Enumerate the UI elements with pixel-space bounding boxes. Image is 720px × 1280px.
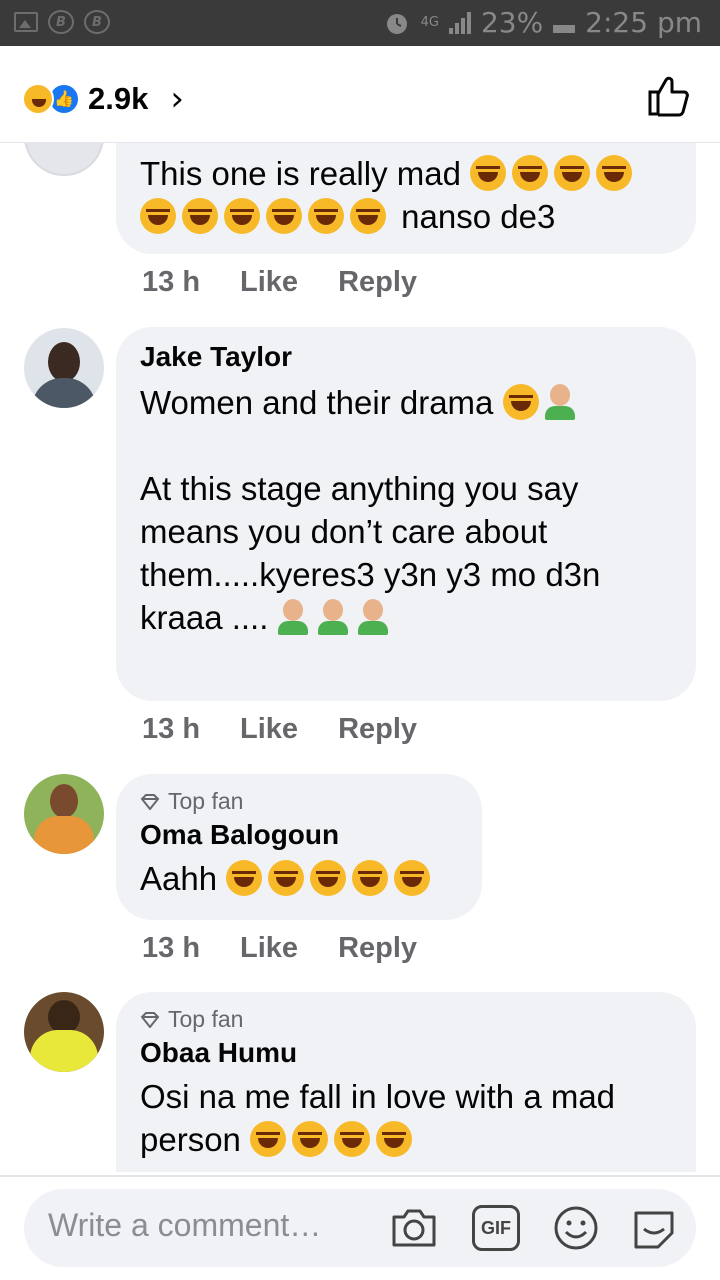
joy-emoji-icon — [350, 198, 386, 234]
comment-bubble: This one is really mad nanso de3 — [116, 142, 696, 254]
comment-text: This one is really mad nanso de3 — [140, 152, 672, 238]
joy-emoji-icon — [268, 860, 305, 896]
joy-emoji-icon — [352, 860, 389, 896]
alarm-icon — [386, 13, 407, 34]
top-fan-badge: Top fan — [140, 788, 458, 815]
joy-emoji-icon — [376, 1121, 413, 1157]
facepalm-emoji-icon — [357, 599, 388, 635]
reactions-summary[interactable]: 👍 2.9k › — [22, 79, 184, 119]
signal-icon — [448, 11, 471, 34]
chevron-right-icon: › — [170, 79, 184, 119]
smiley-icon[interactable] — [552, 1205, 600, 1251]
reaction-count: 2.9k — [88, 81, 149, 116]
comment-text: Women and their drama — [140, 381, 672, 424]
joy-emoji-icon — [224, 198, 260, 234]
battery-percent: 23% — [480, 6, 544, 39]
thumbs-up-icon[interactable] — [646, 74, 690, 118]
b-badge-icon: B — [48, 10, 74, 34]
comment-input[interactable]: Write a comment… — [48, 1207, 321, 1244]
facepalm-emoji-icon — [317, 599, 348, 635]
diamond-icon — [140, 793, 160, 810]
comment-actions: 13 h Like Reply — [142, 932, 457, 965]
commenter-name[interactable]: Oma Balogoun — [140, 819, 458, 851]
comment-input-box[interactable]: Write a comment… GIF — [24, 1189, 696, 1267]
joy-emoji-icon — [182, 198, 218, 234]
comment-bubble: Top fan Obaa Humu Osi na me fall in love… — [116, 992, 696, 1172]
image-icon — [14, 12, 38, 32]
clock: 2:25 pm — [585, 6, 702, 39]
avatar[interactable] — [24, 774, 104, 854]
avatar[interactable] — [24, 992, 104, 1072]
network-type: 4G — [420, 14, 439, 30]
joy-emoji-icon — [292, 1121, 329, 1157]
facepalm-emoji-icon — [277, 599, 308, 635]
status-bar: B B 4G 23% 2:25 pm — [0, 0, 720, 46]
comment-bubble: Jake Taylor Women and their drama At thi… — [116, 327, 696, 701]
commenter-name[interactable]: Jake Taylor — [140, 341, 672, 373]
joy-emoji-icon — [266, 198, 302, 234]
comments-sheet: 👍 2.9k › This one is really mad nanso de… — [0, 46, 720, 1280]
battery-icon — [553, 24, 576, 33]
joy-emoji-icon — [470, 155, 507, 191]
comment-time: 13 h — [142, 713, 201, 745]
diamond-icon — [140, 1011, 160, 1028]
reply-button[interactable]: Reply — [338, 932, 417, 965]
joy-emoji-icon — [308, 198, 344, 234]
joy-emoji-icon — [596, 155, 633, 191]
comment-text: Aahh — [140, 857, 458, 900]
comment-text: At this stage anything you say means you… — [140, 470, 610, 636]
joy-emoji-icon — [502, 384, 539, 420]
avatar[interactable] — [24, 328, 104, 408]
comment-actions: 13 h Like Reply — [142, 713, 457, 746]
comment-time: 13 h — [142, 932, 201, 964]
comment-bubble: Top fan Oma Balogoun Aahh — [116, 774, 482, 920]
reactions-header: 👍 2.9k › — [0, 46, 720, 143]
sticker-icon[interactable] — [630, 1205, 678, 1251]
comment-text: Osi na me fall in love with a mad person — [140, 1078, 625, 1158]
camera-icon[interactable] — [390, 1205, 438, 1251]
reply-button[interactable]: Reply — [338, 266, 417, 299]
like-button[interactable]: Like — [240, 713, 298, 746]
top-fan-badge: Top fan — [140, 1006, 672, 1033]
commenter-name[interactable]: Obaa Humu — [140, 1037, 672, 1069]
joy-emoji-icon — [334, 1121, 371, 1157]
joy-emoji-icon — [140, 198, 176, 234]
joy-emoji-icon — [250, 1121, 287, 1157]
gif-icon[interactable]: GIF — [472, 1205, 520, 1251]
comment-time: 13 h — [142, 266, 201, 298]
b-badge-icon: B — [84, 10, 110, 34]
joy-emoji-icon — [310, 860, 347, 896]
joy-emoji-icon — [554, 155, 591, 191]
joy-emoji-icon — [226, 860, 263, 896]
comment-composer: Write a comment… GIF — [0, 1175, 720, 1280]
reply-button[interactable]: Reply — [338, 713, 417, 746]
comment-actions: 13 h Like Reply — [142, 266, 457, 299]
like-button[interactable]: Like — [240, 932, 298, 965]
facepalm-emoji-icon — [544, 384, 575, 420]
joy-emoji-icon — [394, 860, 431, 896]
haha-reaction-icon — [22, 83, 54, 115]
like-button[interactable]: Like — [240, 266, 298, 299]
joy-emoji-icon — [512, 155, 549, 191]
